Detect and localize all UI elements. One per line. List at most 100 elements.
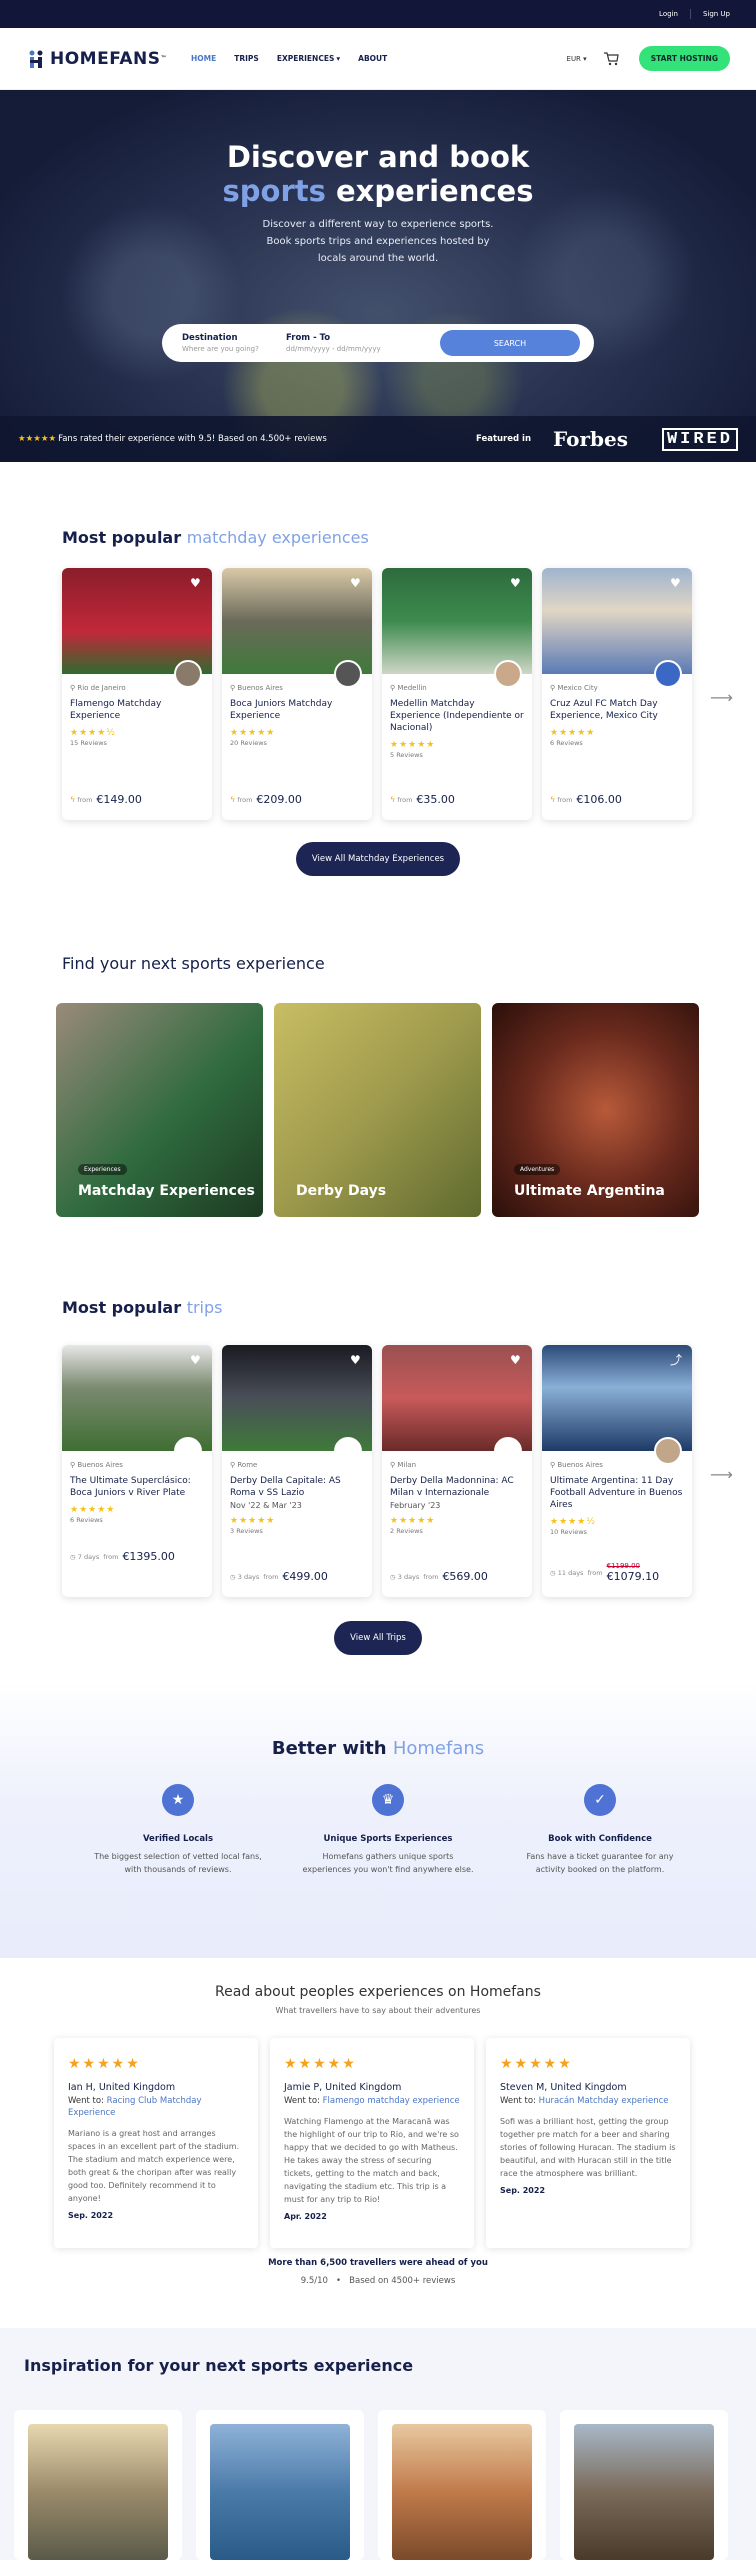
nav-trips[interactable]: TRIPS	[234, 54, 259, 63]
tile-name: Matchday Experiences	[78, 1183, 255, 1199]
date-field[interactable]: From - To dd/mm/yyyy - dd/mm/yyyy	[286, 333, 426, 353]
experience-card[interactable]: ♥ ⚲ Buenos Aires Boca Juniors Matchday E…	[222, 568, 372, 820]
share-icon[interactable]: ⤴	[670, 1354, 683, 1366]
feature-title: Unique Sports Experiences	[323, 1834, 453, 1844]
experience-card[interactable]: ♥ ⚲ Medellin Medellin Matchday Experienc…	[382, 568, 532, 820]
trip-card[interactable]: ⤴ ⚲ Buenos Aires Ultimate Argentina: 11 …	[542, 1345, 692, 1597]
trips-section-title: Most popular trips	[62, 1298, 223, 1317]
star-icon: ★	[162, 1784, 194, 1816]
forbes-logo: Forbes	[553, 427, 628, 451]
card-dates: Nov '22 & Mar '23	[230, 1501, 302, 1510]
category-tile[interactable]: Experiences Matchday Experiences	[56, 1003, 263, 1217]
card-title: Cruz Azul FC Match Day Experience, Mexic…	[550, 699, 658, 721]
host-avatar	[494, 1437, 522, 1465]
card-price: ϟ from €209.00	[230, 793, 302, 806]
card-location-text: Mexico City	[557, 684, 598, 692]
feature-text-1: Homefans gathers unique sports	[322, 1852, 454, 1861]
nav-experiences[interactable]: EXPERIENCES ▾	[277, 54, 340, 63]
review-date: Sep. 2022	[68, 2211, 114, 2220]
feature-title: Verified Locals	[142, 1834, 214, 1844]
view-all-trips-button[interactable]: View All Trips	[334, 1621, 422, 1655]
heart-icon[interactable]: ♥	[510, 1354, 523, 1366]
trip-card[interactable]: ♥ ⚲ Rome Derby Della Capitale: AS Roma v…	[222, 1345, 372, 1597]
next-arrow-icon[interactable]: ⟶	[710, 1465, 733, 1484]
price-from: from	[587, 1568, 603, 1577]
matchday-title-main: Most popular	[62, 528, 182, 547]
better-title-main: Better with	[271, 1738, 387, 1759]
price-value: €35.00	[416, 793, 455, 806]
destination-field[interactable]: Destination Where are you going?	[182, 333, 286, 353]
trip-card[interactable]: ♥ ⚲ Milan Derby Della Madonnina: AC Mila…	[382, 1345, 532, 1597]
view-all-matchday-button[interactable]: View All Matchday Experiences	[296, 842, 460, 876]
cart-icon[interactable]	[603, 51, 619, 66]
featured-label: Featured in	[475, 434, 532, 444]
inspiration-image	[574, 2424, 714, 2560]
hero-desc-2: Book sports trips and experiences hosted…	[266, 236, 490, 247]
hero-title-blue: sports	[222, 174, 326, 208]
review-text: Sofi was a brilliant host, getting the g…	[500, 2117, 676, 2178]
card-price: ◷ 3 days from €499.00	[230, 1570, 328, 1583]
host-avatar	[174, 1437, 202, 1465]
card-title: Derby Della Capitale: AS Roma v SS Lazio	[230, 1476, 341, 1498]
reviewer-name: Ian H, United Kingdom	[68, 2082, 176, 2093]
review-text: Mariano is a great host and arranges spa…	[68, 2129, 240, 2203]
review-date: Apr. 2022	[284, 2212, 327, 2221]
rating-bar: ★★★★★ Fans rated their experience with 9…	[0, 416, 756, 462]
card-location-text: Milan	[397, 1461, 417, 1469]
card-reviews: 6 Reviews	[550, 739, 583, 747]
category-tile[interactable]: Derby Days	[274, 1003, 481, 1217]
review-card: ★★★★★ Ian H, United Kingdom Went to: Rac…	[54, 2038, 258, 2248]
heart-icon[interactable]: ♥	[510, 577, 523, 589]
heart-icon[interactable]: ♥	[190, 577, 203, 589]
heart-icon[interactable]: ♥	[350, 577, 363, 589]
start-hosting-button[interactable]: START HOSTING	[638, 46, 730, 71]
price-value: €1395.00	[122, 1550, 175, 1563]
review-experience-link[interactable]: Flamengo matchday experience	[323, 2096, 460, 2106]
host-avatar	[494, 660, 522, 688]
logo[interactable]: HOMEFANS ™	[26, 49, 167, 69]
price-from: from	[397, 795, 413, 804]
card-reviews: 10 Reviews	[550, 1528, 587, 1536]
trip-card[interactable]: ♥ ⚲ Buenos Aires The Ultimate Superclási…	[62, 1345, 212, 1597]
feature-verified: ★ Verified Locals The biggest selection …	[78, 1784, 278, 1876]
price-from: from	[77, 795, 93, 804]
price-value: €1079.10	[606, 1570, 660, 1583]
currency-label: EUR	[566, 54, 581, 63]
better-title: Better with Homefans	[0, 1738, 756, 1759]
search-box: Destination Where are you going? From - T…	[162, 324, 594, 362]
search-button[interactable]: SEARCH	[440, 330, 580, 356]
review-went-to: Went to: Flamengo matchday experience	[284, 2095, 460, 2107]
heart-icon[interactable]: ♥	[190, 1354, 203, 1366]
nav-about[interactable]: ABOUT	[358, 54, 387, 63]
inspiration-card[interactable]	[14, 2410, 182, 2560]
card-stars: ★★★★★	[550, 728, 596, 738]
nav-home[interactable]: HOME	[191, 54, 216, 63]
card-stars: ★★★★★	[230, 1516, 276, 1526]
inspiration-card[interactable]	[378, 2410, 546, 2560]
trip-days: 3 days	[397, 1572, 420, 1581]
experience-card[interactable]: ♥ ⚲ Rio de Janeiro Flamengo Matchday Exp…	[62, 568, 212, 820]
heart-icon[interactable]: ♥	[670, 577, 683, 589]
top-bar: Login Sign Up	[0, 0, 756, 28]
nav-menu: HOME TRIPS EXPERIENCES ▾ ABOUT	[191, 54, 405, 63]
heart-icon[interactable]: ♥	[350, 1354, 363, 1366]
login-link[interactable]: Login	[659, 10, 678, 18]
review-experience-link[interactable]: Huracán Matchday experience	[539, 2096, 669, 2106]
tile-name: Derby Days	[296, 1183, 387, 1199]
card-stars: ★★★★½	[550, 1517, 596, 1527]
experience-card[interactable]: ♥ ⚲ Mexico City Cruz Azul FC Match Day E…	[542, 568, 692, 820]
currency-select[interactable]: EUR ▾	[567, 55, 587, 63]
host-avatar	[174, 660, 202, 688]
category-tile[interactable]: Adventures Ultimate Argentina	[492, 1003, 699, 1217]
card-title: Ultimate Argentina: 11 Day Football Adve…	[550, 1476, 683, 1510]
inspiration-card[interactable]	[196, 2410, 364, 2560]
card-stars: ★★★★★	[390, 1516, 436, 1526]
overall-score: 9.5/10 • Based on 4500+ reviews	[0, 2276, 756, 2286]
signup-link[interactable]: Sign Up	[703, 10, 730, 18]
bolt-icon: ϟ	[390, 795, 396, 804]
next-arrow-icon[interactable]: ⟶	[710, 688, 733, 707]
reviews-subtitle: What travellers have to say about their …	[275, 2006, 481, 2015]
card-reviews: 20 Reviews	[230, 739, 267, 747]
inspiration-card[interactable]	[560, 2410, 728, 2560]
card-image: ♥	[382, 568, 532, 674]
